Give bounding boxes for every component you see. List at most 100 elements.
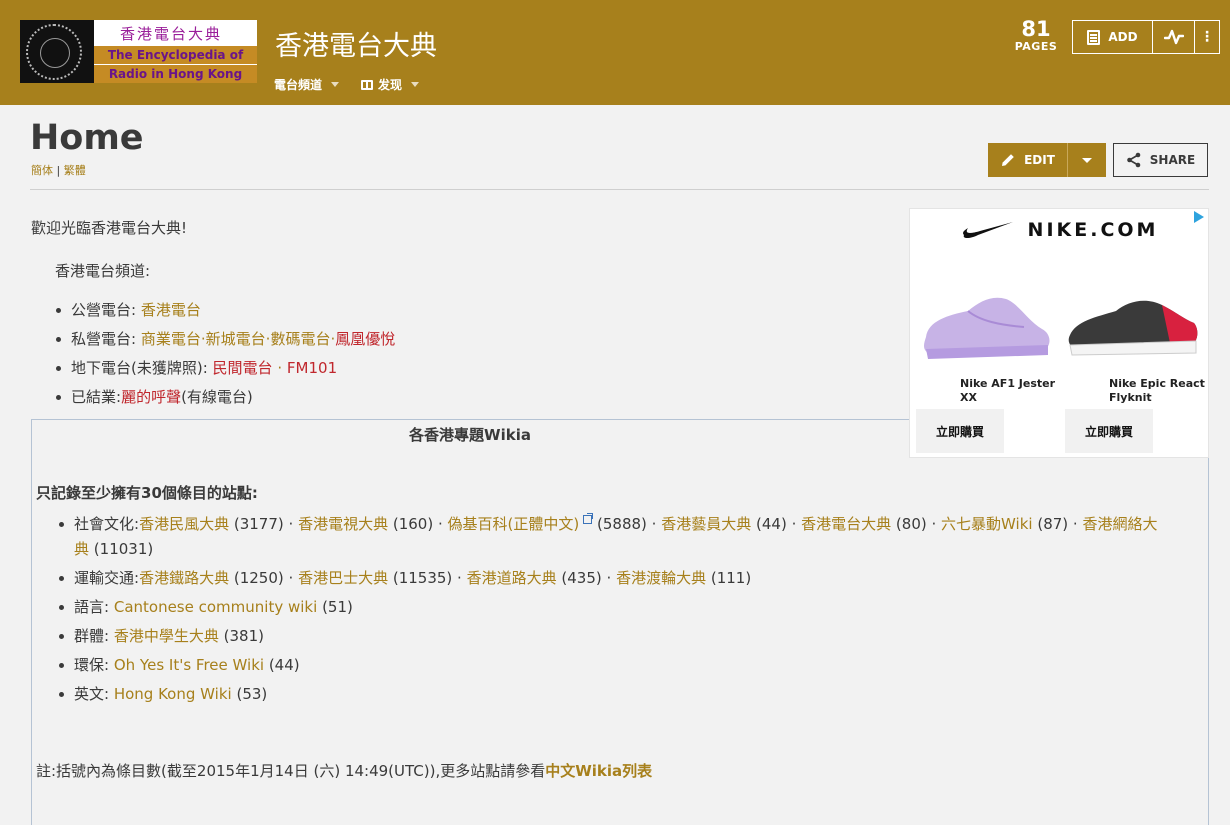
- wikia-link[interactable]: 香港民風大典: [139, 515, 229, 533]
- wikia-count: (435) ·: [561, 569, 612, 587]
- list-item: 英文: Hong Kong Wiki (53): [58, 682, 1168, 707]
- edit-button[interactable]: EDIT: [988, 143, 1068, 177]
- more-options-button[interactable]: ⋮: [1195, 21, 1219, 53]
- ad-brand: NIKE.COM: [910, 219, 1210, 241]
- wikia-link[interactable]: 香港渡輪大典: [616, 569, 706, 587]
- share-button[interactable]: SHARE: [1113, 143, 1208, 177]
- wikia-link[interactable]: 香港巴士大典: [298, 569, 388, 587]
- wikia-count: (381): [223, 627, 264, 645]
- site-header: 香港電台大典 The Encyclopedia of Radio in Hong…: [0, 0, 1230, 105]
- pages-label: PAGES: [1014, 40, 1058, 53]
- logo-english-line2: Radio in Hong Kong: [94, 65, 257, 83]
- channel-link[interactable]: 新城電台: [206, 330, 266, 348]
- wikia-link[interactable]: 香港中學生大典: [114, 627, 219, 645]
- wikia-link[interactable]: Oh Yes It's Free Wiki: [114, 656, 264, 674]
- list-item: 語言: Cantonese community wiki (51): [58, 595, 1168, 620]
- logo-chinese-text: 香港電台大典: [120, 25, 223, 43]
- share-label: SHARE: [1149, 153, 1196, 167]
- table-title: 各香港專題Wikia: [409, 426, 531, 444]
- channel-link-missing[interactable]: 民間電台: [213, 359, 273, 377]
- wikia-count: (111): [710, 569, 752, 587]
- header-nav: 電台頻道 发现: [274, 76, 420, 93]
- list-item: 群體: 香港中學生大典 (381): [58, 624, 1168, 649]
- wikia-link[interactable]: 偽基百科(正體中文): [448, 515, 580, 533]
- ad-brand-text: NIKE.COM: [1027, 219, 1159, 241]
- ad-buy-button[interactable]: 立即購買: [916, 409, 1004, 453]
- wikia-count: (44): [268, 656, 300, 674]
- wikia-link[interactable]: Cantonese community wiki: [114, 598, 317, 616]
- chevron-down-icon: [331, 82, 340, 87]
- channel-link[interactable]: 數碼電台: [270, 330, 330, 348]
- category-label: 語言:: [74, 598, 110, 616]
- wikia-count: (1250) ·: [233, 569, 294, 587]
- wikia-link[interactable]: 香港藝員大典: [661, 515, 751, 533]
- wikia-count: (5888) ·: [597, 515, 657, 533]
- nav-discover[interactable]: 发现: [361, 76, 420, 93]
- wikia-count: (51): [322, 598, 353, 616]
- wikia-count: (44) ·: [756, 515, 797, 533]
- wikia-link[interactable]: 香港道路大典: [467, 569, 557, 587]
- site-logo[interactable]: 香港電台大典 The Encyclopedia of Radio in Hong…: [20, 20, 257, 83]
- ad-buy-button[interactable]: 立即購買: [1065, 409, 1153, 453]
- channel-list: 公營電台: 香港電台 私營電台: 商業電台·新城電台·數碼電台·鳳凰優悅 地下電…: [55, 298, 395, 414]
- header-tools: ADD ⋮: [1072, 20, 1220, 54]
- channel-link[interactable]: 商業電台: [141, 330, 201, 348]
- nike-swoosh-icon: [962, 222, 1013, 238]
- list-item: 已結業:麗的呼聲(有線電台): [55, 385, 395, 414]
- advertisement[interactable]: NIKE.COM Nike AF1 Jester XX Nike Epic Re…: [909, 208, 1209, 458]
- wikia-count: (80) ·: [895, 515, 937, 533]
- logo-english-line1: The Encyclopedia of: [94, 46, 257, 64]
- nav-radio-channels[interactable]: 電台頻道: [274, 76, 340, 93]
- chinese-wikia-list-link[interactable]: 中文Wikia列表: [545, 762, 652, 780]
- recent-activity-button[interactable]: [1153, 21, 1195, 53]
- black-sneaker-image: [1068, 300, 1198, 356]
- channel-category-label: 公營電台:: [71, 301, 137, 319]
- external-link-icon: [583, 513, 594, 524]
- wikia-link[interactable]: 香港鐵路大典: [139, 569, 229, 587]
- title-divider: [30, 189, 1209, 190]
- edit-button-group: EDIT: [988, 143, 1106, 177]
- wikia-link[interactable]: 香港電台大典: [801, 515, 891, 533]
- pages-counter: 81 PAGES: [1010, 18, 1062, 53]
- channel-link-missing[interactable]: FM101: [287, 359, 337, 377]
- lang-traditional-link[interactable]: 繁體: [64, 164, 86, 177]
- ad-product-name[interactable]: Nike Epic React Flyknit: [1109, 377, 1209, 405]
- channel-link[interactable]: 香港電台: [141, 301, 201, 319]
- separator-dot: ·: [277, 359, 283, 377]
- edit-label: EDIT: [1024, 153, 1055, 167]
- page-title: Home: [30, 118, 144, 158]
- ad-product-name[interactable]: Nike AF1 Jester XX: [960, 377, 1060, 405]
- site-title[interactable]: 香港電台大典: [275, 24, 437, 63]
- wikia-count: (53): [236, 685, 268, 703]
- share-icon: [1126, 152, 1141, 168]
- wikia-count: (3177) ·: [233, 515, 294, 533]
- channel-link-missing[interactable]: 鳳凰優悅: [335, 330, 395, 348]
- wikia-count: (11031): [93, 540, 154, 558]
- edit-dropdown-button[interactable]: [1068, 143, 1106, 177]
- logo-ferris-wheel-image: [20, 20, 94, 83]
- category-label: 社會文化:: [74, 515, 140, 533]
- pages-count: 81: [1021, 17, 1051, 41]
- channels-heading: 香港電台頻道:: [55, 262, 151, 280]
- channel-category-label: 私營電台:: [71, 330, 137, 348]
- list-item: 公營電台: 香港電台: [55, 298, 395, 327]
- channel-note: (有線電台): [181, 388, 253, 406]
- nav-label: 電台頻道: [274, 78, 323, 92]
- wikia-link[interactable]: 六七暴動Wiki: [941, 515, 1033, 533]
- add-button[interactable]: ADD: [1073, 21, 1153, 53]
- wikia-count: (87) ·: [1037, 515, 1078, 533]
- channel-category-label: 已結業:: [71, 388, 122, 406]
- book-icon: [361, 79, 374, 90]
- lang-separator: |: [56, 164, 61, 177]
- table-subtitle: 只記錄至少擁有30個條目的站點:: [36, 484, 258, 502]
- wikia-link[interactable]: Hong Kong Wiki: [114, 685, 232, 703]
- hk-wikia-table: 各香港專題Wikia 只記錄至少擁有30個條目的站點: 社會文化:香港民風大典 …: [31, 419, 1209, 825]
- footnote-text: 註:括號內為條目數(截至2015年1月14日 (六) 14:49(UTC)),更…: [36, 762, 546, 780]
- channel-link-missing[interactable]: 麗的呼聲: [121, 388, 181, 406]
- purple-sneaker-image: [924, 297, 1050, 359]
- category-label: 運輸交通:: [74, 569, 140, 587]
- chevron-down-icon: [1082, 157, 1092, 163]
- lang-simplified-link[interactable]: 簡体: [31, 164, 53, 177]
- kebab-menu-icon: ⋮: [1200, 29, 1214, 45]
- wikia-link[interactable]: 香港電視大典: [298, 515, 388, 533]
